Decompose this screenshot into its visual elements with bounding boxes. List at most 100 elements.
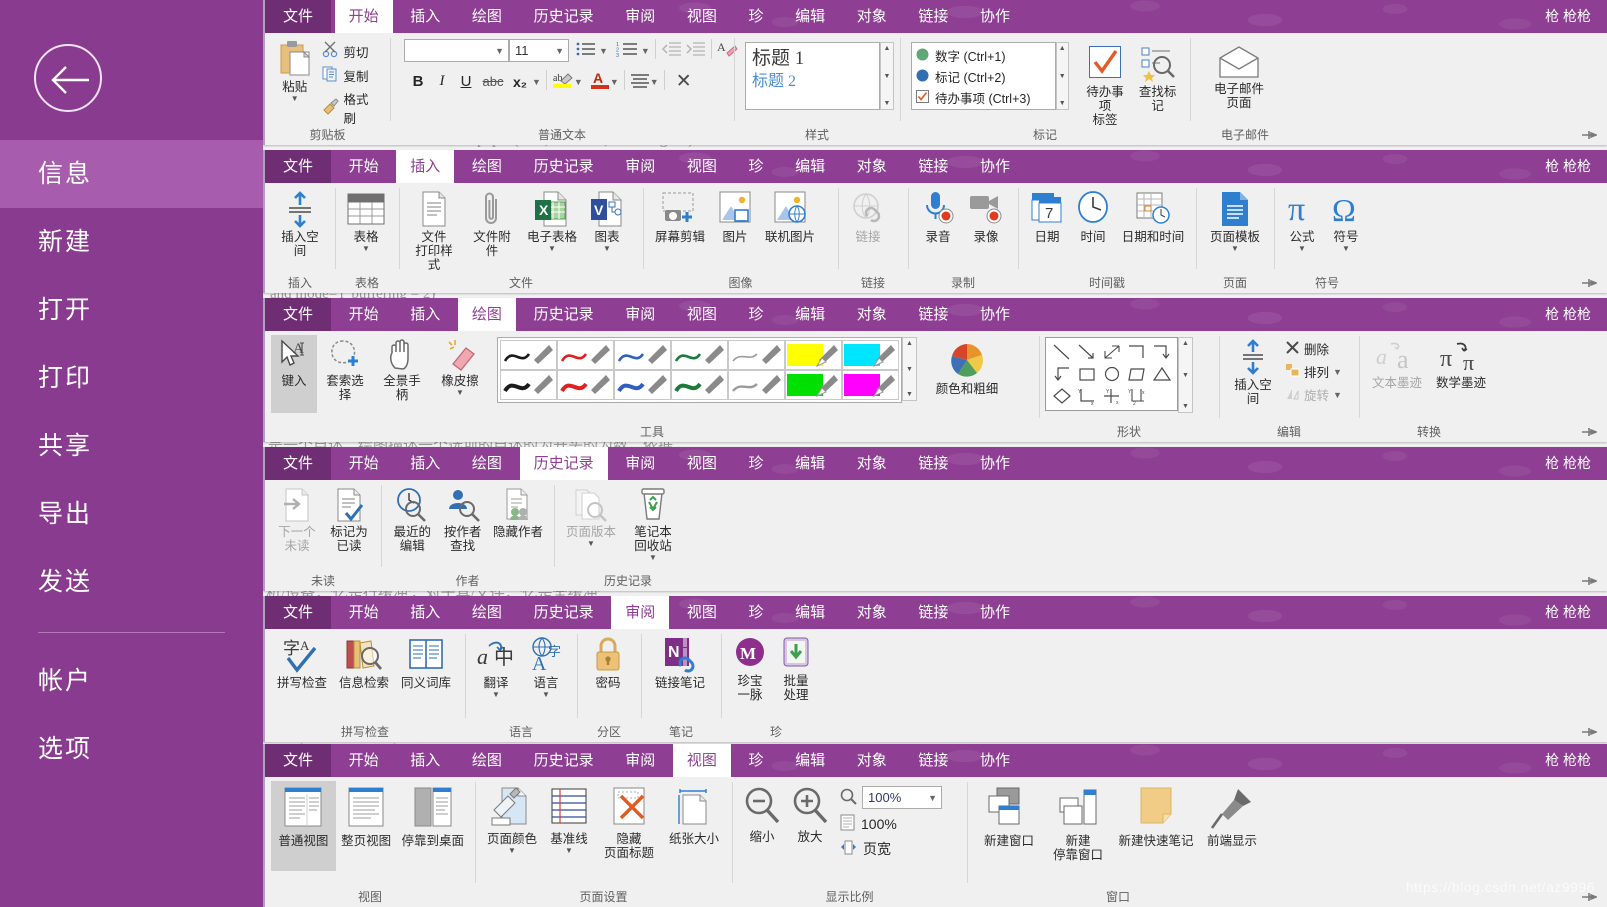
corner-arrow-icon[interactable]	[1050, 363, 1073, 385]
tab-collaborate[interactable]: 协作	[966, 0, 1024, 33]
chevron-down-icon[interactable]: ▼	[603, 245, 611, 252]
research-button[interactable]: 信息检索	[333, 633, 395, 690]
equation-button[interactable]: π 公式 ▼	[1280, 187, 1324, 252]
zhenbao-yimai-button[interactable]: M 珍宝 一脉	[727, 633, 773, 702]
chevron-down-icon[interactable]: ▼	[587, 540, 595, 547]
page-color-button[interactable]: 页面颜色 ▼	[481, 781, 543, 854]
picture-button[interactable]: 图片	[711, 187, 759, 244]
tab-insert[interactable]: 插入	[396, 150, 454, 183]
tab-review[interactable]: 审阅	[611, 447, 669, 480]
tab-collaborate[interactable]: 协作	[966, 744, 1024, 777]
tab-file[interactable]: 文件	[265, 744, 331, 777]
elbow-connector-icon[interactable]	[1125, 341, 1148, 363]
underline-button[interactable]: U	[454, 73, 478, 90]
arrow-icon[interactable]	[1075, 341, 1098, 363]
tab-view[interactable]: 视图	[673, 0, 731, 33]
pen-gallery-scrollbar[interactable]: ▲ ▼ ▼	[902, 337, 917, 401]
find-tags-button[interactable]: 查找标记	[1131, 42, 1184, 113]
more-styles-icon[interactable]: ▼	[883, 100, 890, 107]
backstage-item-share[interactable]: 共享	[0, 412, 263, 480]
align-icon[interactable]	[630, 72, 650, 91]
tab-home[interactable]: 开始	[335, 298, 393, 331]
chevron-down-icon[interactable]: ▼	[508, 847, 516, 854]
date-button[interactable]: 7 日期	[1024, 187, 1070, 244]
chevron-down-icon[interactable]: ▼	[641, 46, 650, 56]
style-heading1[interactable]: 标题 1	[752, 46, 873, 71]
ink-to-math-button[interactable]: π π 数学墨迹	[1429, 337, 1493, 390]
tab-insert[interactable]: 插入	[396, 298, 454, 331]
axis-y2-icon[interactable]: Y2x	[1125, 385, 1148, 407]
panning-hand-button[interactable]: 全景手柄	[373, 335, 431, 402]
decrease-indent-icon[interactable]	[661, 41, 682, 60]
file-attachment-button[interactable]: 文件附件	[463, 187, 521, 258]
backstage-item-new[interactable]: 新建	[0, 208, 263, 276]
back-arrow-icon[interactable]	[34, 44, 102, 112]
pin-ribbon-icon[interactable]	[1581, 129, 1597, 141]
paste-button[interactable]: 粘贴 ▼	[271, 37, 318, 102]
tab-object[interactable]: 对象	[843, 150, 901, 183]
normal-view-button[interactable]: 普通视图	[271, 781, 336, 871]
tab-link[interactable]: 链接	[904, 298, 962, 331]
tab-zhen[interactable]: 珍	[734, 0, 777, 33]
highlighter-cyan[interactable]	[842, 340, 899, 370]
pin-ribbon-icon[interactable]	[1581, 426, 1597, 438]
highlighter-green[interactable]	[785, 370, 842, 400]
more-pens-icon[interactable]: ▼	[906, 391, 913, 398]
mark-as-read-button[interactable]: 标记为 已读	[323, 484, 375, 553]
pin-ribbon-icon[interactable]	[1581, 575, 1597, 587]
tab-link[interactable]: 链接	[904, 150, 962, 183]
hide-page-title-button[interactable]: 隐藏 页面标题	[595, 781, 663, 860]
cut-button[interactable]: 剪切	[318, 39, 384, 63]
subscript-button[interactable]: x₂	[508, 74, 532, 90]
tab-view[interactable]: 视图	[673, 596, 731, 629]
chevron-down-icon[interactable]: ▼	[650, 77, 659, 87]
style-heading2[interactable]: 标题 2	[752, 71, 873, 93]
zoom-level-combobox[interactable]: 100% ▼	[862, 786, 942, 809]
tab-link[interactable]: 链接	[904, 744, 962, 777]
translate-button[interactable]: a 中 翻译 ▼	[471, 633, 521, 698]
pin-ribbon-icon[interactable]	[1581, 891, 1597, 903]
tab-draw[interactable]: 绘图	[458, 744, 516, 777]
user-name[interactable]: 枪 枪枪	[1545, 150, 1591, 183]
increase-indent-icon[interactable]	[685, 41, 706, 60]
highlighter-icon[interactable]: ab	[552, 70, 574, 93]
record-audio-button[interactable]: 录音	[914, 187, 962, 244]
screen-clipping-button[interactable]: 屏幕剪辑	[649, 187, 711, 244]
dock-to-desktop-button[interactable]: 停靠到桌面	[397, 781, 470, 848]
zoom-100-button[interactable]: 100%	[840, 814, 942, 834]
chevron-down-icon[interactable]: ▼	[542, 691, 550, 698]
format-painter-button[interactable]: 格式刷	[318, 87, 384, 129]
pen-blue[interactable]	[614, 340, 671, 370]
shapes-scrollbar[interactable]: ▲ ▼ ▼	[1178, 337, 1193, 413]
tab-zhen[interactable]: 珍	[734, 150, 777, 183]
hide-authors-button[interactable]: 隐藏作者	[488, 484, 548, 539]
backstage-item-options[interactable]: 选项	[0, 715, 263, 783]
pen-gallery[interactable]	[497, 337, 902, 403]
rule-lines-button[interactable]: 基准线 ▼	[543, 781, 595, 854]
recent-edits-button[interactable]: 最近的 编辑	[387, 484, 437, 553]
record-video-button[interactable]: 录像	[962, 187, 1010, 244]
chart-button[interactable]: V 图表 ▼	[583, 187, 631, 252]
arrange-button[interactable]: 排列 ▼	[1281, 360, 1346, 383]
scroll-down-icon[interactable]: ▼	[1059, 73, 1066, 80]
color-thickness-button[interactable]: 颜色和粗细	[929, 337, 1005, 396]
tab-object[interactable]: 对象	[843, 298, 901, 331]
tab-collaborate[interactable]: 协作	[966, 150, 1024, 183]
numbered-list-icon[interactable]: 1 2 3	[616, 41, 638, 60]
always-on-top-button[interactable]: 前端显示	[1201, 781, 1263, 848]
tab-collaborate[interactable]: 协作	[966, 298, 1024, 331]
chevron-down-icon[interactable]: ▼	[1342, 245, 1350, 252]
axis-xy-icon[interactable]: Yx	[1075, 385, 1098, 407]
tab-draw[interactable]: 绘图	[458, 298, 516, 331]
pen-red-thick[interactable]	[557, 370, 614, 400]
backstage-item-send[interactable]: 发送	[0, 548, 263, 616]
tab-object[interactable]: 对象	[843, 447, 901, 480]
tab-object[interactable]: 对象	[843, 0, 901, 33]
table-button[interactable]: 表格 ▼	[341, 187, 391, 252]
lasso-select-button[interactable]: 套索选择	[317, 335, 373, 402]
highlighter-yellow[interactable]	[785, 340, 842, 370]
tab-history[interactable]: 历史记录	[520, 744, 608, 777]
tab-draw[interactable]: 绘图	[458, 447, 516, 480]
tab-link[interactable]: 链接	[904, 596, 962, 629]
parallelogram-icon[interactable]	[1125, 363, 1148, 385]
